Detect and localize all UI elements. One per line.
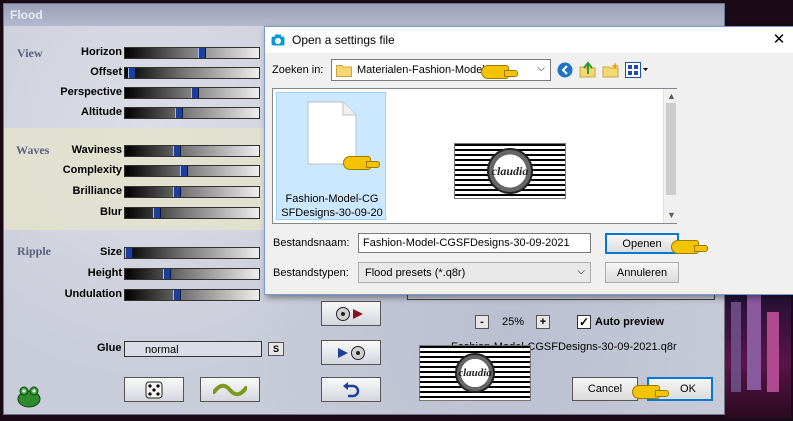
- wave-icon: [213, 383, 247, 396]
- param-label-complexity: Complexity: [62, 164, 122, 176]
- view-menu-icon[interactable]: [625, 62, 649, 81]
- param-label-perspective: Perspective: [60, 86, 122, 98]
- look-in-value: Materialen-Fashion-Model: [357, 64, 485, 76]
- pointing-hand-open-icon: [671, 240, 708, 254]
- param-slider-altitude[interactable]: [124, 107, 260, 119]
- slider-thumb[interactable]: [175, 108, 183, 118]
- undo-button[interactable]: [321, 377, 381, 402]
- param-slider-horizon[interactable]: [124, 47, 260, 59]
- slider-thumb[interactable]: [180, 166, 188, 176]
- param-slider-size[interactable]: [124, 247, 260, 259]
- file-preview-image: claudia: [454, 143, 566, 199]
- slider-thumb[interactable]: [198, 48, 206, 58]
- cancel-button[interactable]: Cancel: [572, 377, 638, 401]
- filetype-combo[interactable]: Flood presets (*.q8r) ⌵: [358, 262, 591, 283]
- param-slider-undulation[interactable]: [124, 289, 260, 301]
- param-label-horizon: Horizon: [81, 46, 122, 58]
- pointing-hand-lookin-icon: [481, 65, 518, 79]
- preset-load-button[interactable]: [321, 340, 381, 365]
- filetype-label: Bestandstypen:: [273, 267, 349, 279]
- close-icon[interactable]: ✕: [769, 30, 789, 50]
- slider-thumb[interactable]: [191, 88, 199, 98]
- zoom-in-button[interactable]: +: [536, 315, 550, 329]
- glue-s-button[interactable]: S: [268, 342, 284, 356]
- slider-thumb[interactable]: [173, 290, 181, 300]
- claudia-badge-preview: claudia: [487, 148, 533, 194]
- frog-icon[interactable]: [16, 384, 42, 411]
- param-label-undulation: Undulation: [64, 288, 122, 300]
- chevron-down-icon: ⌵: [537, 63, 545, 74]
- disk-load-icon: [338, 345, 365, 360]
- random-button[interactable]: [124, 377, 184, 402]
- param-label-brilliance: Brilliance: [72, 185, 122, 197]
- folder-icon: [336, 65, 352, 77]
- scroll-thumb[interactable]: [666, 103, 676, 195]
- param-slider-blur[interactable]: [124, 207, 260, 219]
- filename-input[interactable]: Fashion-Model-CGSFDesigns-30-09-2021: [358, 233, 591, 253]
- file-list-scrollbar[interactable]: ▲ ▼: [663, 89, 677, 223]
- glue-field[interactable]: normal: [124, 341, 262, 357]
- scroll-down-icon[interactable]: ▼: [667, 210, 676, 220]
- glue-label: Glue: [97, 342, 122, 354]
- pointing-hand-ok-icon: [632, 385, 669, 399]
- reset-waves-button[interactable]: [200, 377, 260, 402]
- back-icon[interactable]: [557, 62, 573, 81]
- param-label-altitude: Altitude: [81, 106, 122, 118]
- chevron-down-icon: ⌵: [577, 266, 585, 277]
- open-settings-dialog: Open a settings file ✕ Zoeken in: Materi…: [264, 26, 793, 295]
- undo-icon: [343, 381, 360, 397]
- open-button[interactable]: Openen: [605, 233, 679, 254]
- param-label-offset: Offset: [90, 66, 122, 78]
- filetype-value: Flood presets (*.q8r): [365, 266, 466, 279]
- dialog-title: Open a settings file: [292, 33, 395, 47]
- slider-thumb[interactable]: [163, 269, 171, 279]
- ok-label: OK: [680, 383, 696, 395]
- slider-thumb[interactable]: [153, 208, 161, 218]
- filename-label: Bestandsnaam:: [273, 237, 350, 249]
- param-slider-waviness[interactable]: [124, 145, 260, 157]
- zoom-value: 25%: [502, 316, 525, 328]
- auto-preview-label: Auto preview: [595, 316, 665, 328]
- pointing-hand-file-icon: [343, 156, 380, 170]
- param-label-blur: Blur: [100, 206, 122, 218]
- background-city-image: [725, 282, 791, 418]
- claudia-badge: claudia: [455, 353, 495, 393]
- camera-icon: [271, 34, 285, 46]
- scroll-up-icon[interactable]: ▲: [667, 91, 676, 101]
- dice-icon: [145, 381, 163, 398]
- preset-save-button[interactable]: [321, 301, 381, 326]
- slider-thumb[interactable]: [128, 68, 136, 78]
- file-list[interactable]: Fashion-Model-CG SFDesigns-30-09-20 clau…: [272, 88, 677, 224]
- new-folder-icon[interactable]: [602, 61, 620, 82]
- slider-thumb[interactable]: [173, 146, 181, 156]
- file-item-name-line2: SFDesigns-30-09-20: [281, 207, 383, 219]
- slider-thumb[interactable]: [125, 248, 133, 258]
- look-in-label: Zoeken in:: [272, 64, 324, 76]
- param-label-waviness: Waviness: [71, 144, 122, 156]
- param-slider-offset[interactable]: [124, 67, 260, 79]
- file-item-selected[interactable]: Fashion-Model-CG SFDesigns-30-09-20: [276, 92, 386, 220]
- param-slider-brilliance[interactable]: [124, 186, 260, 198]
- zoom-out-button[interactable]: -: [475, 315, 489, 329]
- param-slider-perspective[interactable]: [124, 87, 260, 99]
- look-in-combo[interactable]: Materialen-Fashion-Model ⌵: [331, 59, 551, 81]
- param-label-height: Height: [87, 267, 122, 279]
- auto-preview-checkbox[interactable]: ✓: [577, 315, 591, 329]
- param-slider-height[interactable]: [124, 268, 260, 280]
- dialog-cancel-button[interactable]: Annuleren: [605, 262, 679, 283]
- up-folder-icon[interactable]: [579, 61, 597, 82]
- window-title: Flood: [4, 4, 724, 26]
- dialog-titlebar: Open a settings file: [265, 27, 793, 53]
- slider-thumb[interactable]: [173, 187, 181, 197]
- preset-thumbnail: claudia: [419, 345, 531, 401]
- file-item-name-line1: Fashion-Model-CG: [285, 193, 379, 205]
- param-label-size: Size: [99, 246, 122, 258]
- param-slider-complexity[interactable]: [124, 165, 260, 177]
- disk-save-icon: [336, 306, 363, 321]
